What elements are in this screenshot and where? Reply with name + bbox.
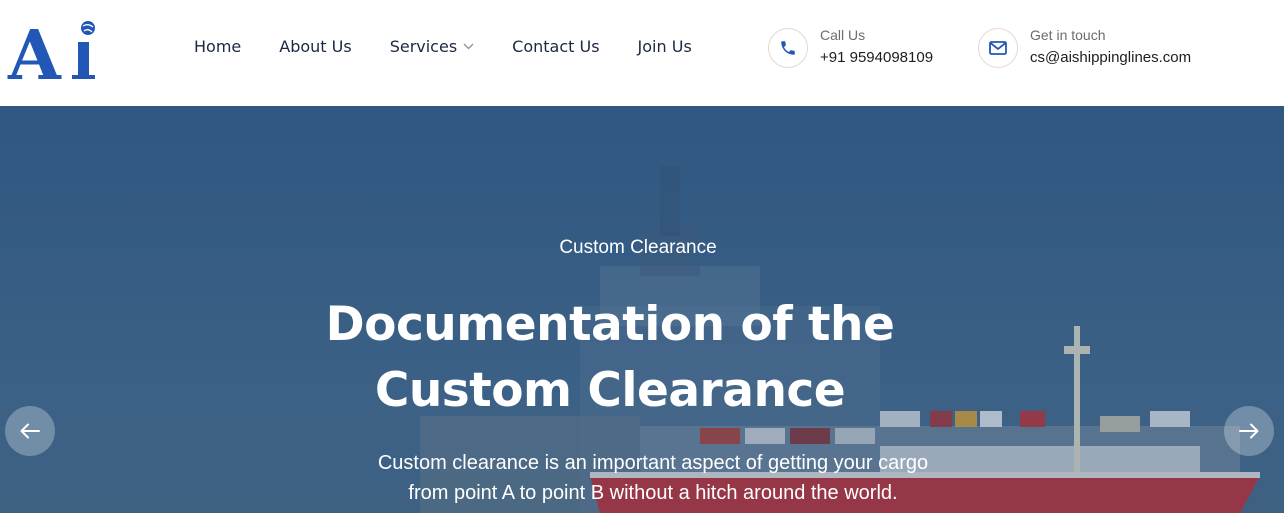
envelope-icon [978, 27, 1018, 68]
hero-headline: Documentation of the Custom Clearance [300, 292, 920, 424]
nav-contact-us[interactable]: Contact Us [512, 37, 599, 56]
svg-text:A: A [7, 16, 62, 84]
hero-description: Custom clearance is an important aspect … [340, 448, 966, 508]
nav-home[interactable]: Home [194, 37, 241, 56]
site-header: A Home About Us Services Contact Us Join… [0, 0, 1284, 106]
phone-icon [768, 27, 808, 68]
hero-headline-line-1: Documentation of the [325, 297, 895, 352]
hero-headline-line-2: Custom Clearance [374, 363, 846, 418]
hero-description-line-1: Custom clearance is an important aspect … [377, 452, 929, 474]
nav-home-label: Home [194, 37, 242, 56]
arrow-right-icon [1239, 423, 1259, 439]
nav-about-us[interactable]: About Us [279, 37, 351, 56]
nav-about-label: About Us [279, 37, 352, 56]
arrow-left-icon [20, 423, 40, 439]
nav-join-us[interactable]: Join Us [638, 37, 692, 56]
hero-slider: Custom Clearance Documentation of the Cu… [0, 106, 1284, 513]
main-nav: Home About Us Services Contact Us Join U… [194, 37, 730, 56]
nav-contact-label: Contact Us [512, 37, 600, 56]
hero-eyebrow: Custom Clearance [559, 237, 717, 258]
nav-services-label: Services [389, 37, 458, 56]
get-in-touch-block[interactable]: Get in touch cs@aishippinglines.com [978, 26, 1191, 69]
get-in-touch-label: Get in touch [1030, 27, 1106, 43]
slider-next-button[interactable] [1224, 406, 1274, 456]
phone-number[interactable]: +91 9594098109 [820, 47, 933, 69]
nav-services[interactable]: Services [390, 37, 474, 56]
chevron-down-icon [463, 43, 474, 50]
call-us-block[interactable]: Call Us +91 9594098109 [768, 26, 933, 69]
call-us-label: Call Us [820, 27, 866, 43]
hero-description-line-2: from point A to point B without a hitch … [408, 482, 898, 504]
brand-logo[interactable]: A [6, 14, 106, 84]
nav-join-label: Join Us [637, 37, 692, 56]
email-address[interactable]: cs@aishippinglines.com [1030, 47, 1191, 69]
slider-prev-button[interactable] [5, 406, 55, 456]
